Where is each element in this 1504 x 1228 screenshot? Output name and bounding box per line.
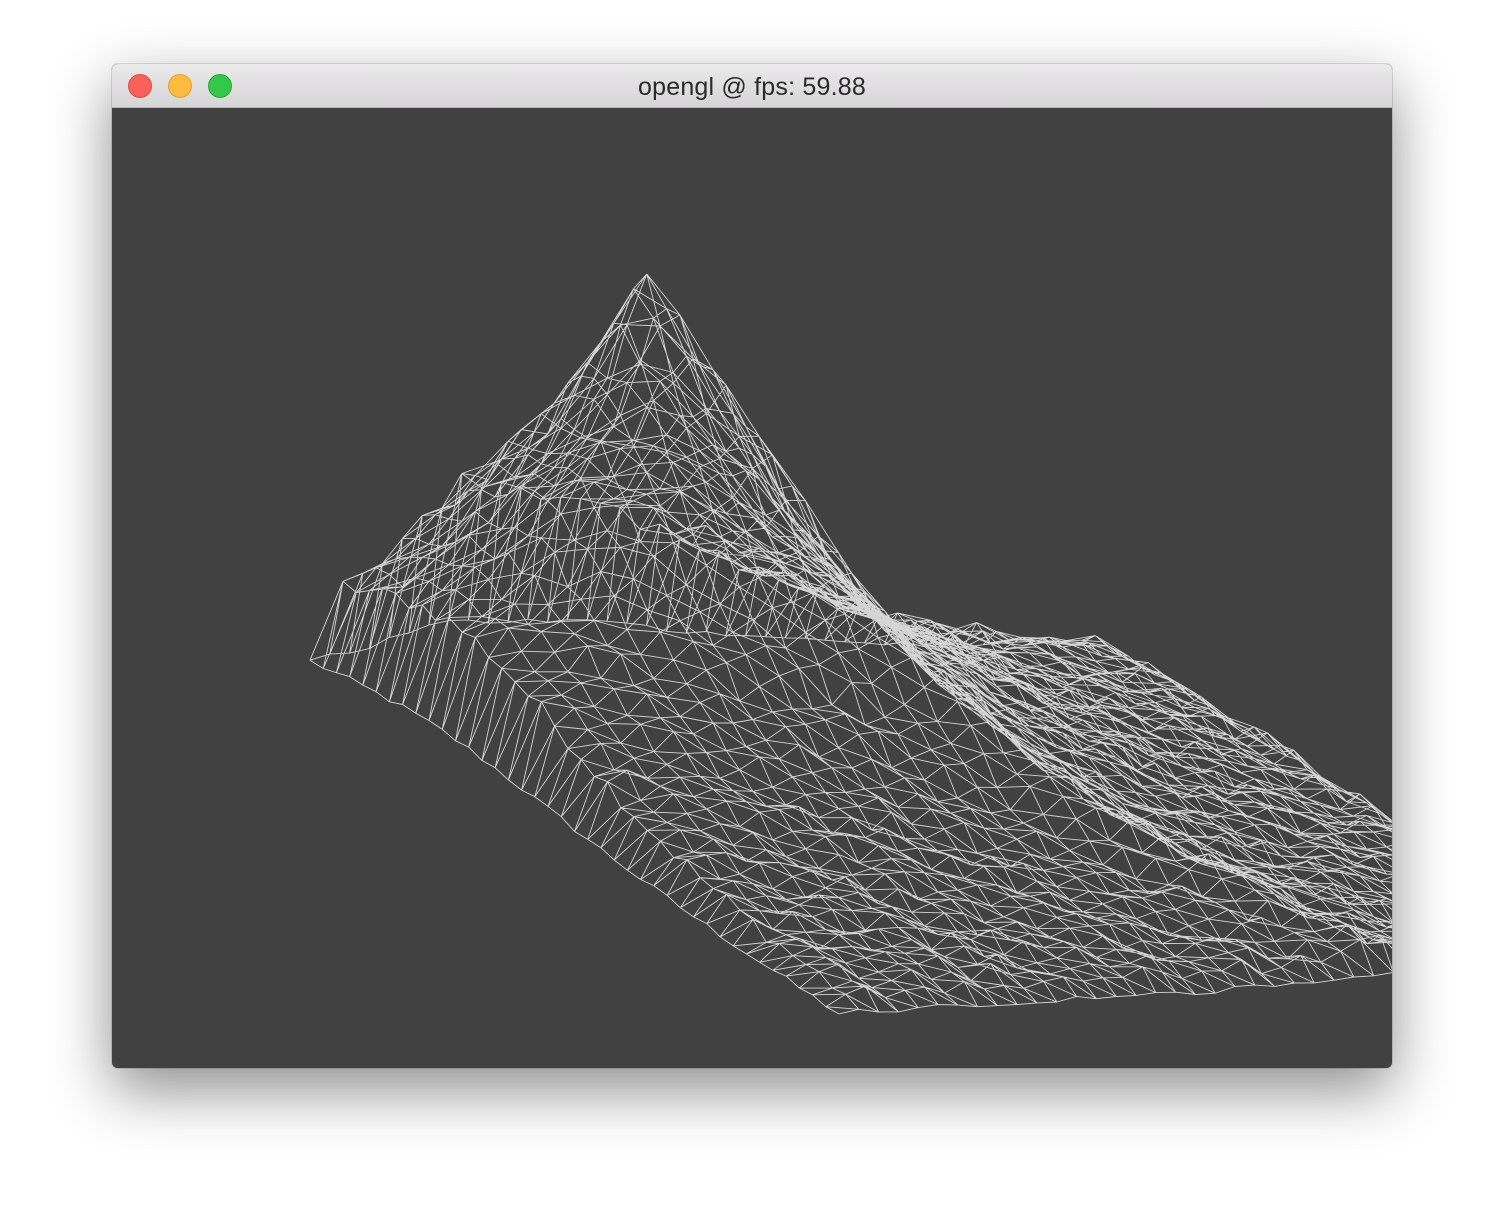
opengl-viewport[interactable]	[112, 108, 1392, 1068]
terrain-wireframe	[309, 273, 1392, 1015]
app-window: opengl @ fps: 59.88	[112, 64, 1392, 1068]
window-title: opengl @ fps: 59.88	[638, 73, 866, 101]
terrain-mesh-lines	[309, 273, 1392, 1015]
title-bar[interactable]: opengl @ fps: 59.88	[112, 64, 1392, 108]
